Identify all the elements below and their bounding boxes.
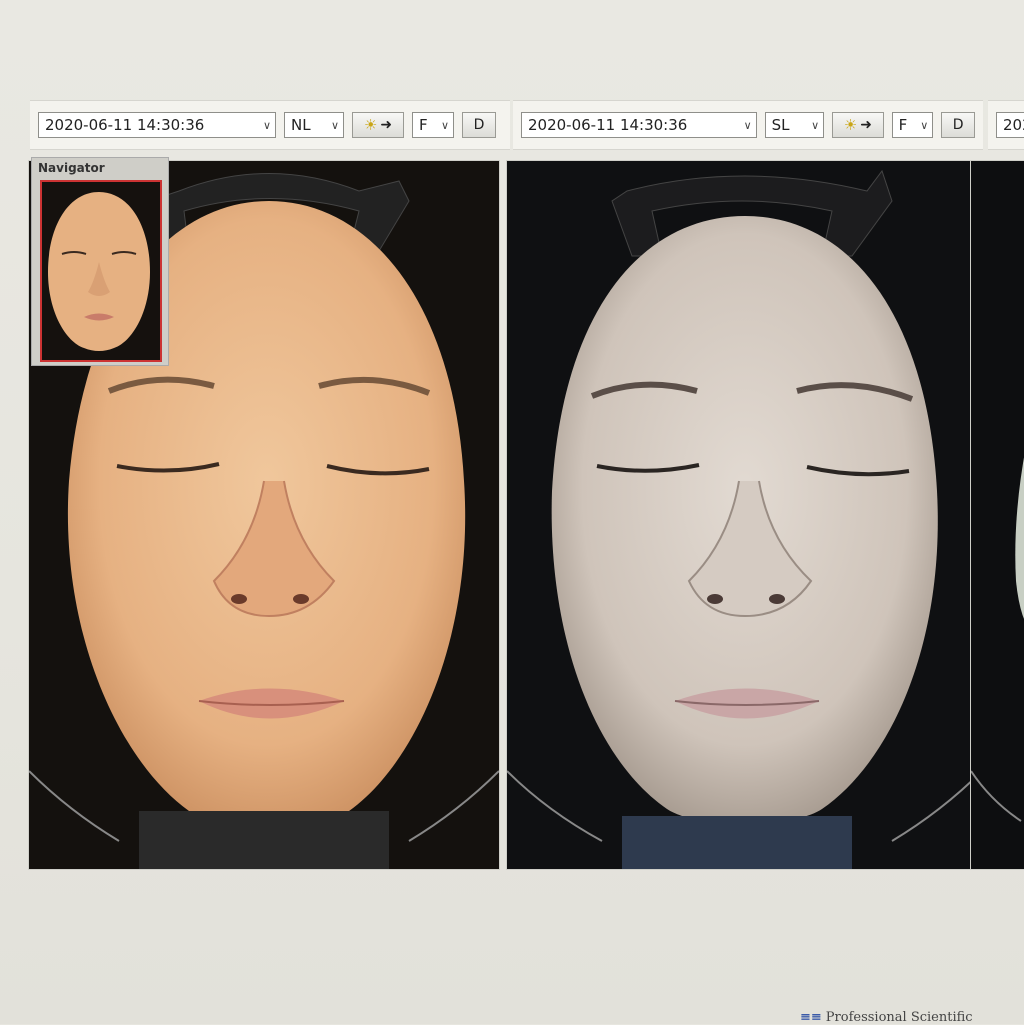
brand-footer: ≡≡ Professional Scientific — [800, 1010, 973, 1025]
chevron-down-icon: ∨ — [811, 118, 820, 132]
filter-value: F — [419, 116, 428, 134]
date-select[interactable]: 2020-06-11 14:30:36 ∨ — [38, 112, 276, 138]
light-mode-value: SL — [771, 116, 790, 134]
chevron-down-icon: ∨ — [262, 118, 271, 132]
navigator-face-image — [42, 182, 156, 356]
filter-select[interactable]: F ∨ — [412, 112, 454, 138]
date-value: 2020-06-11 14:30:36 — [45, 116, 205, 134]
light-mode-select[interactable]: NL ∨ — [284, 112, 344, 138]
filter-select[interactable]: F ∨ — [891, 112, 934, 138]
date-select[interactable]: 202 — [996, 112, 1024, 138]
chevron-down-icon: ∨ — [440, 118, 449, 132]
filter-value: F — [898, 116, 908, 134]
date-value: 202 — [1003, 116, 1024, 134]
navigator-thumbnail[interactable] — [40, 180, 162, 362]
toolbar-left: 2020-06-11 14:30:36 ∨ NL ∨ ☀ ➜ F ∨ D — [30, 100, 510, 150]
brand-logo-icon: ≡≡ — [800, 1010, 822, 1025]
navigator-title: Navigator — [38, 161, 105, 175]
chevron-down-icon: ∨ — [920, 118, 929, 132]
d-button[interactable]: D — [941, 112, 975, 138]
sun-icon: ☀ — [843, 116, 858, 134]
arrow-right-icon: ➜ — [380, 117, 393, 133]
navigator-panel[interactable]: Navigator — [31, 157, 169, 366]
sun-icon: ☀ — [363, 116, 378, 134]
image-panel-3[interactable] — [970, 160, 1024, 870]
image-panel-sl[interactable] — [506, 160, 983, 870]
chevron-down-icon: ∨ — [743, 118, 752, 132]
d-button[interactable]: D — [462, 112, 496, 138]
brand-name: Professional Scientific — [825, 1010, 973, 1025]
light-mode-select[interactable]: SL ∨ — [764, 112, 825, 138]
chevron-down-icon: ∨ — [330, 118, 339, 132]
toolbar-middle: 2020-06-11 14:30:36 ∨ SL ∨ ☀ ➜ F ∨ D — [513, 100, 983, 150]
date-value: 2020-06-11 14:30:36 — [528, 116, 688, 134]
light-toggle-button[interactable]: ☀ ➜ — [352, 112, 404, 138]
light-toggle-button[interactable]: ☀ ➜ — [832, 112, 884, 138]
light-mode-value: NL — [291, 116, 311, 134]
toolbar-right: 202 — [988, 100, 1024, 150]
face-image-sl — [507, 161, 982, 869]
date-select[interactable]: 2020-06-11 14:30:36 ∨ — [521, 112, 757, 138]
face-image-3 — [971, 161, 1024, 869]
arrow-right-icon: ➜ — [860, 117, 872, 133]
screen: 2020-06-11 14:30:36 ∨ NL ∨ ☀ ➜ F ∨ D 202… — [0, 0, 1024, 1025]
